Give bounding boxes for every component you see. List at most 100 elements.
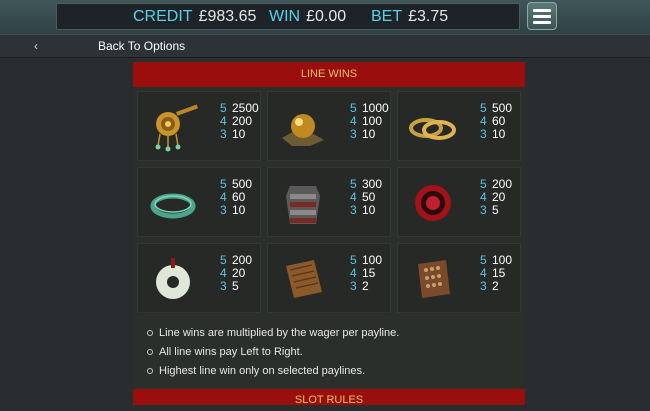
rule-text: All line wins pay Left to Right. [159,346,303,358]
payout-value: 15 [492,266,506,280]
symbol-count: 3 [220,127,227,141]
bullet-icon [147,368,153,374]
symbol-count: 3 [480,203,487,217]
payout-value: 5 [232,279,239,293]
payout-value: 300 [362,177,383,191]
credit-value: £983.65 [198,8,257,25]
symbol-cell: 5 1000 4 100 3 10 [267,91,391,161]
payout-value: 10 [232,203,246,217]
payout-value: 10 [492,127,506,141]
rule-item: Highest line win only on selected paylin… [147,362,517,381]
payout-row: 32 [350,280,382,293]
rules-list: Line wins are multiplied by the wager pe… [147,324,517,381]
payout-value: 10 [232,127,246,141]
payout-value: 200 [492,177,513,191]
symbol-count: 3 [480,279,487,293]
payout-value: 2500 [232,101,259,115]
gold-bracelets-icon [409,118,456,140]
payout-row: 35 [480,204,512,217]
symbol-cell: 5 500 4 60 3 10 [397,91,521,161]
bullet-icon [147,330,153,336]
bet-display: BET £3.75 [371,8,448,26]
chevron-left-icon[interactable]: ‹ [34,39,38,53]
payout-value: 500 [232,177,253,191]
payout-list: 5 500 4 60 3 10 [480,102,512,141]
payout-list: 5 100 4 15 32 [350,254,382,293]
scroll-icon [286,260,322,298]
next-section-header: SLOT RULES [133,389,525,406]
armor-icon [286,186,320,224]
payout-value: 10 [362,127,376,141]
balance-bar: CREDIT £983.65 WIN £0.00 BET £3.75 [56,3,520,30]
payout-value: 1000 [362,101,389,115]
payout-value: 20 [232,266,246,280]
payout-list: 5 1000 4 100 3 10 [350,102,389,141]
symbol-count: 3 [480,127,487,141]
payout-row: 32 [480,280,512,293]
rule-text: Line wins are multiplied by the wager pe… [159,327,400,339]
hamburger-icon-line [533,20,551,24]
red-seal-icon [415,185,451,221]
abacus-icon [418,260,450,298]
payout-value: 100 [362,253,383,267]
payout-list: 5 200 4 20 35 [220,254,252,293]
payout-list: 5 100 4 15 32 [480,254,512,293]
hamburger-icon [533,8,551,12]
payout-value: 60 [232,190,246,204]
payout-value: 100 [362,114,383,128]
symbol-count: 3 [350,279,357,293]
payout-list: 5 500 4 60 3 10 [220,178,252,217]
symbol-count: 3 [220,279,227,293]
bullet-icon [147,349,153,355]
hamburger-icon-line [533,14,551,18]
bet-label: BET [371,8,403,25]
payout-value: 200 [232,253,253,267]
payout-row: 3 10 [350,128,389,141]
payout-value: 200 [232,114,253,128]
payout-row: 3 10 [220,204,252,217]
payout-list: 5 200 4 20 35 [480,178,512,217]
payout-row: 3 10 [220,128,259,141]
symbol-count: 3 [220,203,227,217]
payout-list: 5 2500 4 200 3 10 [220,102,259,141]
gold-hairpin-icon [155,104,199,152]
credit-display: CREDIT £983.65 [133,8,256,26]
payout-value: 15 [362,266,376,280]
payout-value: 2 [492,279,499,293]
payout-value: 10 [362,203,376,217]
symbol-count: 3 [350,127,357,141]
win-label: WIN [269,8,301,25]
gold-orb-icon [282,114,324,146]
jade-bangle-icon [150,193,196,219]
payout-row: 35 [220,280,252,293]
rule-item: Line wins are multiplied by the wager pe… [147,324,517,343]
jade-disc-icon [156,258,190,299]
payout-row: 3 10 [480,128,512,141]
back-to-options-link[interactable]: Back To Options [98,39,185,53]
win-value: £0.00 [306,8,347,25]
symbol-cell: 5 100 4 15 32 [267,243,391,313]
rule-text: Highest line win only on selected paylin… [159,365,366,377]
symbol-cell: 5 300 4 50 3 10 [267,167,391,237]
bet-value: £3.75 [408,8,449,25]
payout-value: 500 [492,101,513,115]
rule-item: All line wins pay Left to Right. [147,343,517,362]
top-bar: CREDIT £983.65 WIN £0.00 BET £3.75 [0,0,650,34]
payout-value: 50 [362,190,376,204]
credit-label: CREDIT [133,8,193,25]
symbol-cell: 5 200 4 20 35 [397,167,521,237]
nav-bar: ‹ Back To Options [0,34,650,58]
payout-row: 3 10 [350,204,382,217]
payout-value: 20 [492,190,506,204]
symbol-cell: 5 200 4 20 35 [137,243,261,313]
payout-list: 5 300 4 50 3 10 [350,178,382,217]
section-header: LINE WINS [133,62,525,87]
menu-button[interactable] [527,2,557,30]
symbol-cell: 5 2500 4 200 3 10 [137,91,261,161]
paytable-panel: LINE WINS 5 2500 4 200 3 10 5 1000 4 100… [133,62,525,406]
win-display: WIN £0.00 [269,8,346,26]
payout-value: 2 [362,279,369,293]
payout-value: 60 [492,114,506,128]
symbol-cell: 5 100 4 15 32 [397,243,521,313]
symbol-count: 3 [350,203,357,217]
